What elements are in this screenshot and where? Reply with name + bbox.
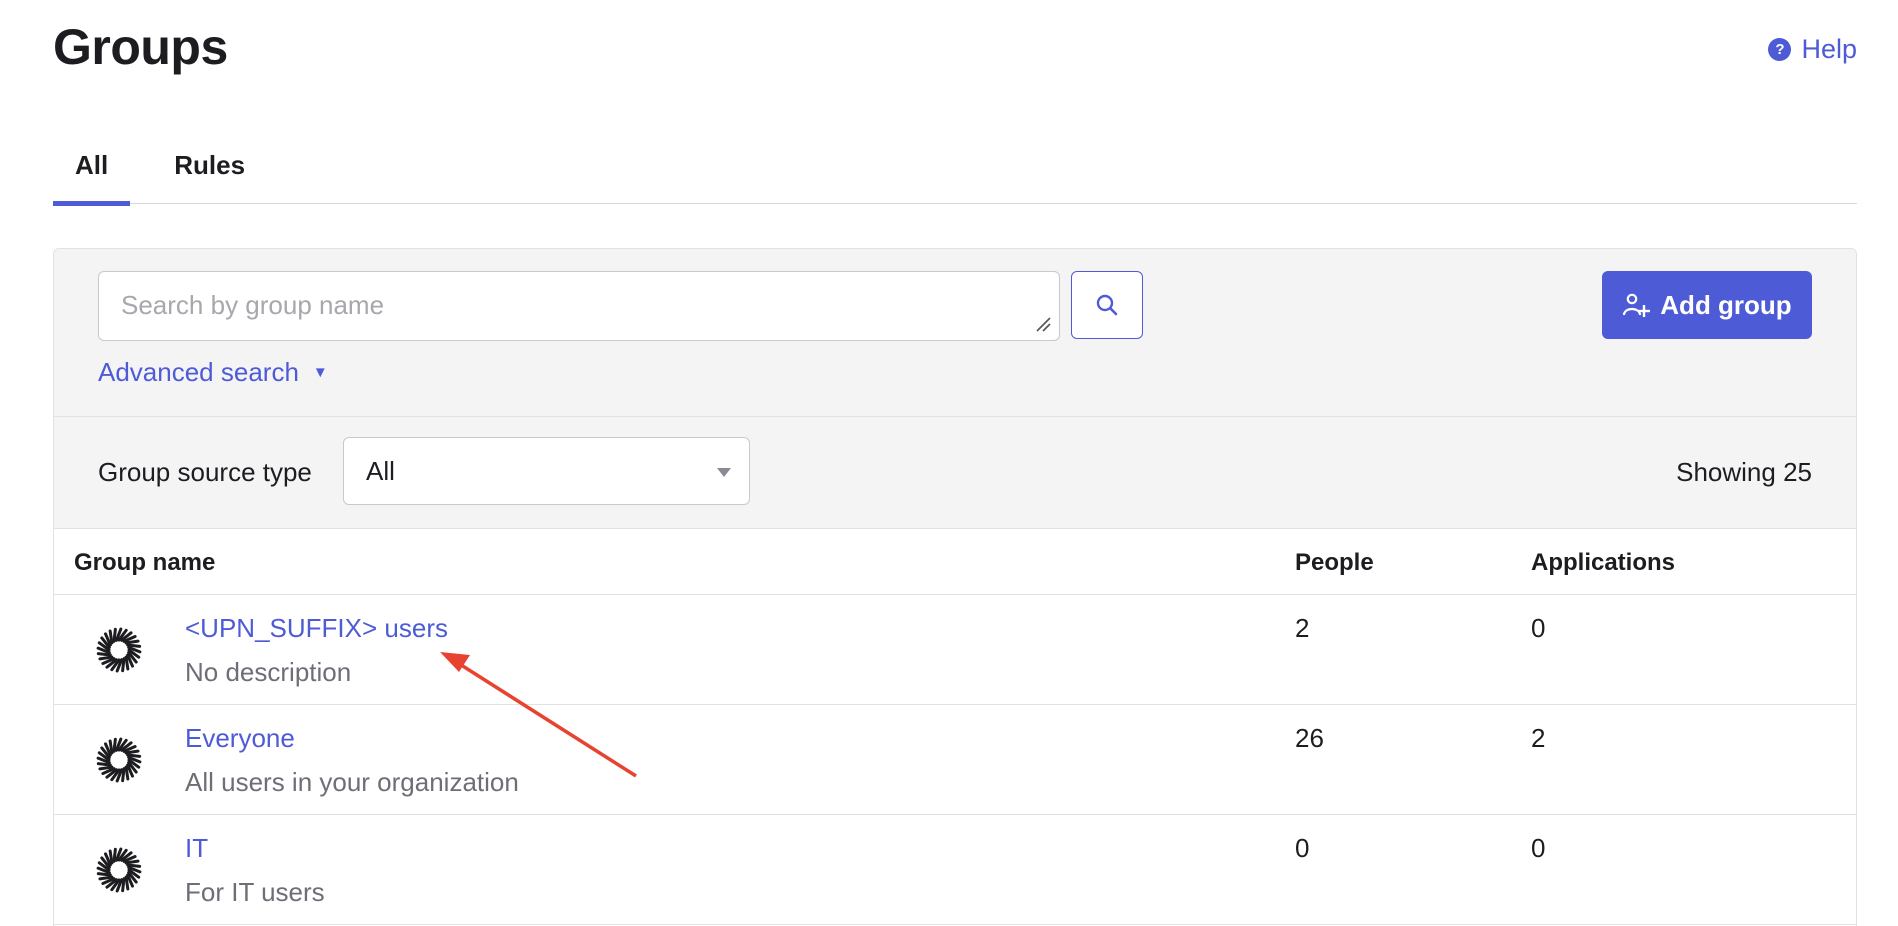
help-link[interactable]: ? Help — [1768, 34, 1857, 65]
chevron-down-icon — [717, 468, 731, 477]
column-applications[interactable]: Applications — [1531, 549, 1675, 577]
search-button[interactable] — [1071, 271, 1143, 339]
group-burst-icon — [96, 737, 142, 783]
group-description: For IT users — [185, 877, 325, 907]
column-people[interactable]: People — [1295, 549, 1374, 577]
search-icon — [1096, 294, 1118, 316]
table-header: Group name People Applications — [54, 529, 1856, 595]
group-source-type-select[interactable]: All — [343, 437, 750, 505]
table-row: IT For IT users 0 0 — [54, 815, 1856, 925]
tab-all[interactable]: All — [53, 140, 131, 206]
tab-rules[interactable]: Rules — [152, 140, 267, 204]
group-name-link[interactable]: <UPN_SUFFIX> users — [185, 613, 448, 644]
applications-count: 0 — [1531, 833, 1546, 863]
group-name-link[interactable]: Everyone — [185, 723, 295, 754]
tab-bar: All Rules — [53, 140, 1857, 206]
column-group-name[interactable]: Group name — [74, 549, 215, 577]
group-description: No description — [185, 657, 352, 687]
table-row: <UPN_SUFFIX> users No description 2 0 — [54, 595, 1856, 705]
group-source-type-label: Group source type — [98, 457, 312, 487]
table-row: Everyone All users in your organization … — [54, 705, 1856, 815]
resize-grip-icon[interactable] — [1034, 315, 1052, 333]
people-count: 0 — [1295, 833, 1310, 863]
help-circle-icon: ? — [1768, 38, 1792, 61]
advanced-search-toggle[interactable]: Advanced search ▼ — [98, 357, 328, 388]
add-group-button[interactable]: Add group — [1602, 271, 1812, 339]
caret-down-icon: ▼ — [312, 364, 328, 381]
advanced-search-label: Advanced search — [98, 357, 299, 387]
help-label: Help — [1801, 34, 1857, 64]
applications-count: 2 — [1531, 723, 1546, 753]
group-burst-icon — [96, 847, 142, 893]
showing-count: Showing 25 — [1676, 457, 1812, 487]
page-title: Groups — [53, 19, 228, 75]
people-count: 2 — [1295, 613, 1310, 643]
add-group-icon — [1623, 293, 1651, 317]
filter-bar: Group source type All Showing 25 — [54, 417, 1856, 529]
people-count: 26 — [1295, 723, 1324, 753]
group-description: All users in your organization — [185, 767, 519, 797]
applications-count: 0 — [1531, 613, 1546, 643]
group-source-type-value: All — [366, 455, 395, 486]
group-burst-icon — [96, 627, 142, 673]
search-input[interactable] — [98, 271, 1060, 341]
search-toolbar: Add group Advanced search ▼ — [54, 249, 1856, 417]
groups-panel: Add group Advanced search ▼ Group source… — [53, 248, 1857, 926]
add-group-label: Add group — [1660, 289, 1792, 320]
group-name-link[interactable]: IT — [185, 833, 208, 864]
